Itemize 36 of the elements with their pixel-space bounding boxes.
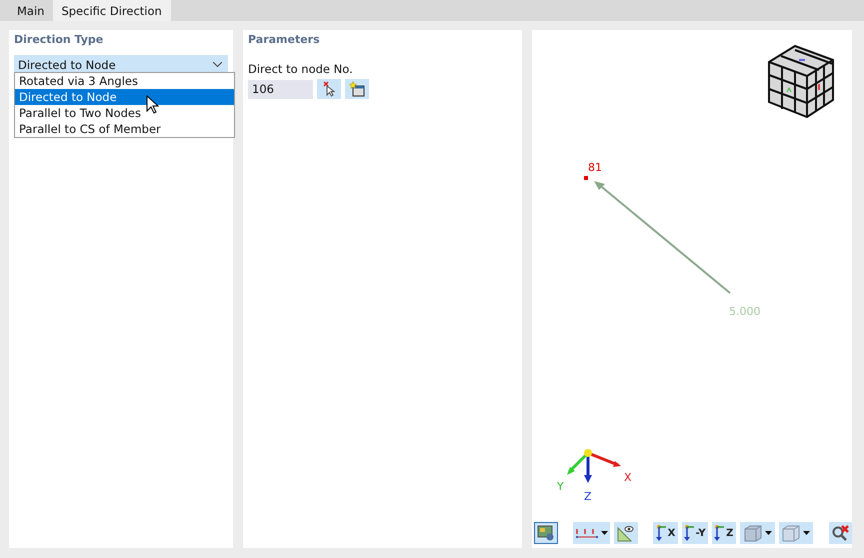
- toolbar-button[interactable]: [614, 522, 638, 544]
- box-icon: [781, 524, 802, 542]
- node-number-label: 81: [588, 161, 602, 174]
- toolbar-button[interactable]: [534, 522, 558, 544]
- zoom-reset-icon: [831, 524, 850, 542]
- x-axis-label: X: [624, 471, 632, 484]
- toolbar-button[interactable]: [573, 522, 610, 544]
- numbering-icon: [575, 526, 600, 540]
- new-window-icon: [349, 81, 365, 97]
- mouse-cursor-icon: [146, 95, 159, 114]
- y-axis-label: Y: [557, 480, 564, 493]
- tab[interactable]: Specific Direction: [53, 0, 171, 21]
- toolbar-button[interactable]: -Y: [682, 522, 708, 544]
- axis-view-icon: [714, 524, 724, 542]
- node-number-field[interactable]: 106: [248, 80, 313, 98]
- axis-triad-drawing: [565, 448, 621, 484]
- axis-view-icon: [656, 524, 666, 542]
- toolbar-button[interactable]: [828, 522, 852, 544]
- solid-icon: [742, 524, 763, 542]
- display-settings-icon: [537, 525, 555, 541]
- length-label: 5.000: [729, 305, 760, 318]
- toolbar-button[interactable]: X: [653, 522, 678, 544]
- chevron-icon: [213, 62, 222, 67]
- pick-cursor-icon: [322, 81, 336, 97]
- axis-view-icon: [684, 524, 694, 542]
- tab[interactable]: Main: [0, 0, 54, 21]
- section-title: Parameters: [247, 32, 321, 48]
- ruler-eye-icon: [617, 524, 636, 542]
- field-label: Direct to node No.: [247, 61, 354, 78]
- section-title: Direction Type: [13, 32, 104, 48]
- pick-node-button[interactable]: [317, 79, 341, 99]
- dropdown-option[interactable]: Directed to Node: [15, 89, 234, 105]
- new-node-button[interactable]: [345, 79, 369, 99]
- z-axis-label: Z: [584, 490, 592, 503]
- node-point: [584, 176, 588, 180]
- toolbar-button[interactable]: Z: [712, 522, 736, 544]
